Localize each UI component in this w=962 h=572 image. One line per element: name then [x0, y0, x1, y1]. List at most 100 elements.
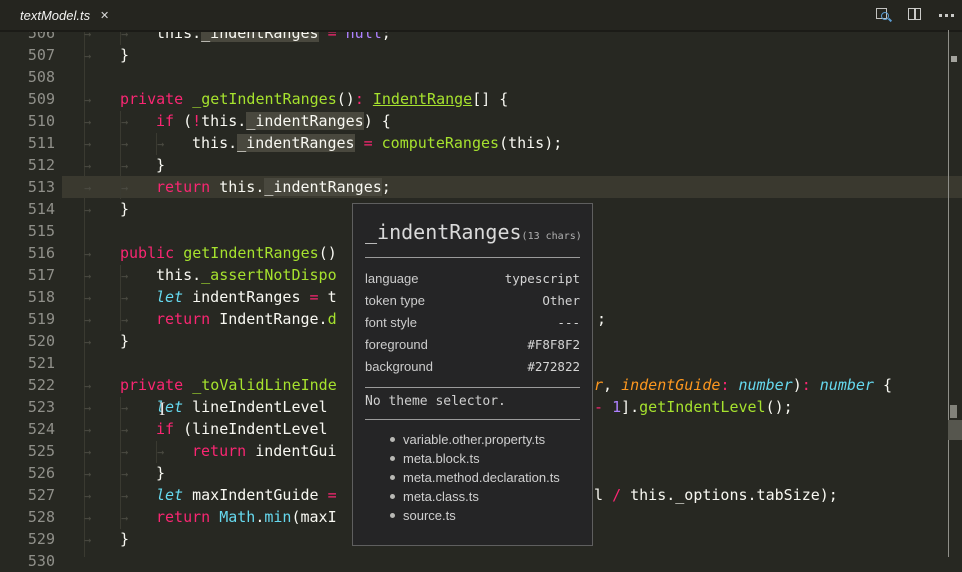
token-property-row: foreground #F8F8F2 [365, 334, 580, 356]
line-number: 508 [0, 66, 55, 88]
magnifier-handle-shape [888, 18, 892, 22]
open-preview-icon[interactable] [875, 6, 893, 24]
scope-list-item: meta.block.ts [353, 449, 592, 468]
code-text-right-fragment: l / this._options.tabSize); [594, 484, 838, 506]
overview-ruler-marker [950, 405, 957, 418]
line-number: 516 [0, 242, 55, 264]
code-text: →→return this._indentRanges; [84, 178, 391, 196]
code-line[interactable]: 513 →→return this._indentRanges; [0, 176, 962, 198]
code-text: →→→this._indentRanges = computeRanges(th… [84, 134, 562, 152]
tab-title: textModel.ts [20, 8, 90, 23]
line-number: 527 [0, 484, 55, 506]
code-text: →} [84, 530, 129, 548]
overview-ruler-marker [951, 56, 957, 62]
property-value: #272822 [527, 356, 580, 378]
scope-list-item: source.ts [353, 506, 592, 525]
code-text: →→if (lineIndentLevel [84, 420, 328, 438]
code-text: →→→return indentGui [84, 442, 337, 460]
code-text: →} [84, 332, 129, 350]
editor-actions [875, 0, 954, 30]
line-number: 512 [0, 154, 55, 176]
scope-list-item: meta.class.ts [353, 487, 592, 506]
code-line[interactable]: 508 [0, 66, 962, 88]
code-line[interactable]: 507 →} [0, 44, 962, 66]
split-editor-icon[interactable] [907, 6, 925, 24]
property-label: token type [365, 290, 425, 312]
code-text: →→} [84, 464, 165, 482]
code-text: →} [84, 46, 129, 64]
separator [365, 387, 580, 388]
line-number: 529 [0, 528, 55, 550]
line-number: 524 [0, 418, 55, 440]
line-number: 526 [0, 462, 55, 484]
code-text: →→let lineIndentLevel [84, 398, 328, 416]
separator [365, 257, 580, 258]
line-number: 510 [0, 110, 55, 132]
token-char-count: (13 chars) [522, 231, 582, 242]
line-number: 515 [0, 220, 55, 242]
scope-list-item: variable.other.property.ts [353, 430, 592, 449]
overview-ruler-line [948, 30, 949, 557]
line-number: 522 [0, 374, 55, 396]
code-text: →private _toValidLineInde [84, 376, 337, 394]
code-text-right-fragment: r, indentGuide: number): number { [594, 374, 892, 396]
code-text: →private _getIndentRanges(): IndentRange… [84, 90, 508, 108]
code-text: →→if (!this._indentRanges) { [84, 112, 391, 130]
code-line[interactable]: 530 [0, 550, 962, 572]
line-number: 509 [0, 88, 55, 110]
property-value: #F8F8F2 [527, 334, 580, 356]
code-text: →→return Math.min(maxI [84, 508, 337, 526]
line-number: 513 [0, 176, 55, 198]
scope-list-item: meta.method.declaration.ts [353, 468, 592, 487]
code-text-right-fragment: - 1].getIndentLevel(); [594, 396, 793, 418]
property-label: foreground [365, 334, 428, 356]
property-value: --- [557, 312, 580, 334]
code-text: →→let indentRanges = t [84, 288, 337, 306]
textmate-scopes-list: variable.other.property.tsmeta.block.tsm… [353, 430, 592, 525]
code-text-right-fragment: ; [597, 308, 606, 330]
vertical-scrollbar-slider[interactable] [948, 420, 962, 440]
line-number: 518 [0, 286, 55, 308]
tab-close-icon[interactable]: ✕ [100, 0, 109, 30]
code-text: →→return IndentRange.d [84, 310, 337, 328]
split-divider-shape [914, 8, 916, 20]
code-line[interactable]: 511→→→this._indentRanges = computeRanges… [0, 132, 962, 154]
code-text: →→} [84, 156, 165, 174]
inspected-token: _indentRanges [365, 220, 522, 244]
token-property-row: background #272822 [365, 356, 580, 378]
line-number: 507 [0, 44, 55, 66]
editor-tab-bar: textModel.ts ✕ [0, 0, 962, 32]
tab-textmodel[interactable]: textModel.ts [20, 0, 90, 30]
token-property-row: font style --- [365, 312, 580, 334]
line-number: 521 [0, 352, 55, 374]
token-metadata-table: languagetypescripttoken typeOtherfont st… [365, 268, 580, 378]
property-value: typescript [505, 268, 580, 290]
property-label: font style [365, 312, 417, 334]
line-number: 514 [0, 198, 55, 220]
line-number: 520 [0, 330, 55, 352]
more-actions-icon[interactable] [939, 6, 954, 24]
line-number: 525 [0, 440, 55, 462]
line-number: 530 [0, 550, 55, 572]
property-label: background [365, 356, 433, 378]
property-value: Other [542, 290, 580, 312]
line-number: 528 [0, 506, 55, 528]
line-number: 519 [0, 308, 55, 330]
code-text: →→let maxIndentGuide = [84, 486, 337, 504]
property-label: language [365, 268, 419, 290]
code-text: →} [84, 200, 129, 218]
code-line[interactable]: 512 →→} [0, 154, 962, 176]
theme-selector-note: No theme selector. [365, 394, 506, 409]
token-property-row: language typescript [365, 268, 580, 290]
code-text: →→this._assertNotDispo [84, 266, 337, 284]
code-line[interactable]: 510 →→if (!this._indentRanges) { [0, 110, 962, 132]
token-inspector-widget: _indentRanges(13 chars) language typescri… [352, 203, 593, 546]
separator [365, 419, 580, 420]
code-line[interactable]: 509 →private _getIndentRanges(): IndentRa… [0, 88, 962, 110]
token-property-row: token type Other [365, 290, 580, 312]
mouse-ibeam-cursor: I [159, 399, 165, 421]
code-text: →public getIndentRanges() [84, 244, 337, 262]
inspector-header: _indentRanges(13 chars) [365, 220, 582, 244]
line-number: 523 [0, 396, 55, 418]
line-number: 517 [0, 264, 55, 286]
